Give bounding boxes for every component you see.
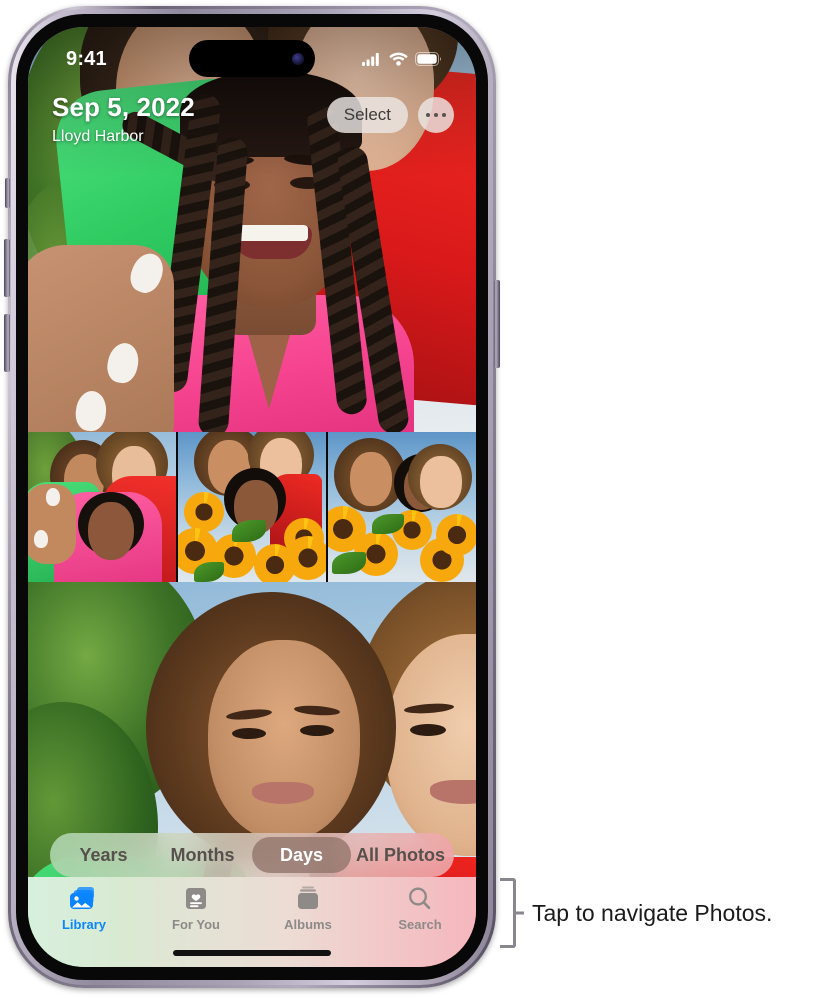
photo-thumbnail[interactable]	[28, 432, 176, 582]
battery-full-icon	[415, 52, 441, 66]
callout-label: Tap to navigate Photos.	[532, 899, 773, 926]
callout-bracket	[500, 878, 516, 948]
segment-days[interactable]: Days	[252, 837, 351, 873]
segment-all-photos[interactable]: All Photos	[351, 837, 450, 873]
tab-search[interactable]: Search	[364, 886, 476, 932]
photo-detail	[184, 492, 224, 532]
wifi-icon	[389, 52, 408, 66]
albums-stack-icon	[293, 886, 323, 912]
photo-row-triple	[28, 432, 476, 582]
photo-detail	[300, 725, 334, 736]
page-title: Sep 5, 2022	[52, 92, 195, 122]
photo-detail	[88, 502, 134, 560]
tab-albums[interactable]: Albums	[252, 886, 364, 932]
callout-annotation: Tap to navigate Photos.	[500, 878, 772, 948]
photo-detail	[34, 530, 48, 548]
volume-up-button[interactable]	[4, 239, 10, 297]
photo-thumbnail[interactable]	[28, 27, 476, 432]
photo-detail	[410, 724, 446, 736]
tab-label: Albums	[284, 917, 332, 932]
cellular-bars-icon	[362, 53, 379, 66]
for-you-card-icon	[181, 886, 211, 912]
dynamic-island	[189, 40, 315, 77]
photo-detail	[436, 514, 476, 556]
more-options-button[interactable]	[418, 97, 454, 133]
photo-detail	[252, 782, 314, 804]
timeline-segmented-control[interactable]: Years Months Days All Photos	[50, 833, 454, 877]
photo-detail	[46, 488, 60, 506]
ellipsis-icon	[425, 112, 447, 118]
segment-years[interactable]: Years	[54, 837, 153, 873]
select-button[interactable]: Select	[326, 97, 408, 133]
photo-thumbnail[interactable]	[328, 432, 476, 582]
tab-label: For You	[172, 917, 220, 932]
photo-detail	[208, 640, 360, 840]
tab-for-you[interactable]: For You	[140, 886, 252, 932]
tab-label: Search	[398, 917, 442, 932]
silent-switch[interactable]	[5, 178, 10, 208]
status-bar-time: 9:41	[66, 47, 107, 70]
phone-screen: 9:41 Sep 5, 2022 Lloyd Harbor Select Yea…	[28, 27, 476, 967]
side-power-button[interactable]	[494, 280, 500, 368]
photo-detail	[232, 728, 266, 739]
tab-library[interactable]: Library	[28, 886, 140, 932]
photo-detail	[232, 225, 312, 259]
nav-title-block: Sep 5, 2022 Lloyd Harbor	[52, 93, 195, 146]
photo-detail	[350, 452, 392, 506]
photo-detail	[286, 536, 326, 580]
tab-label: Library	[61, 917, 107, 932]
segment-months[interactable]: Months	[153, 837, 252, 873]
front-camera-icon	[292, 52, 304, 65]
photos-nav-bar: Sep 5, 2022 Lloyd Harbor Select	[28, 93, 476, 173]
screenshot-root: 9:41 Sep 5, 2022 Lloyd Harbor Select Yea…	[0, 0, 828, 998]
location-subtitle: Lloyd Harbor	[52, 127, 144, 145]
photo-thumbnail[interactable]	[178, 432, 326, 582]
magnifier-icon	[405, 886, 435, 912]
photo-detail	[420, 456, 462, 508]
photo-stack-icon	[69, 886, 99, 912]
iphone-device: 9:41 Sep 5, 2022 Lloyd Harbor Select Yea…	[4, 6, 500, 988]
home-indicator[interactable]	[173, 950, 331, 956]
volume-down-button[interactable]	[4, 314, 10, 372]
